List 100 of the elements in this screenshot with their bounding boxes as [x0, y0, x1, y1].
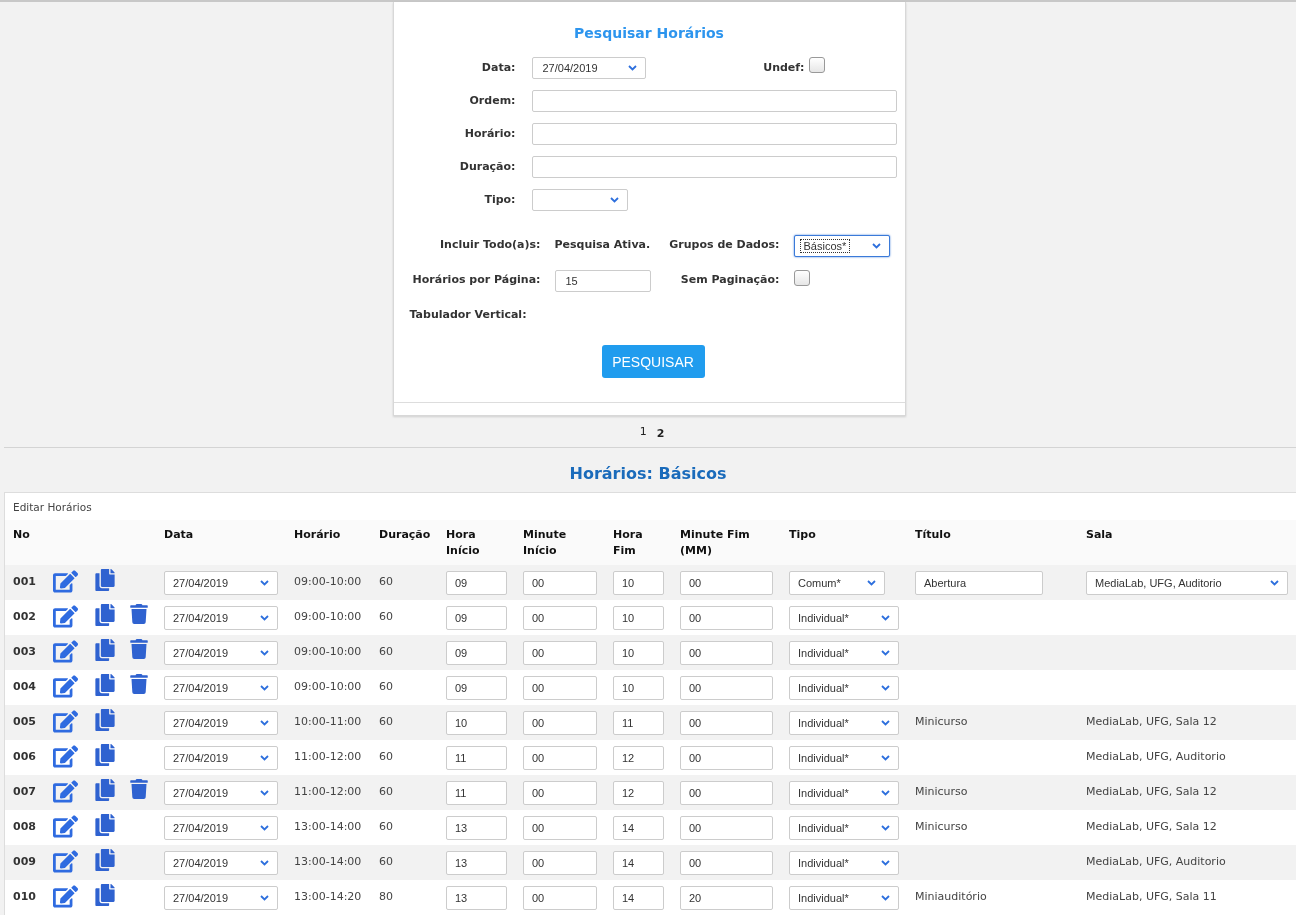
date-select[interactable]: 27/04/2019 — [164, 851, 278, 875]
input-field[interactable]: 14 — [613, 816, 664, 840]
input-field[interactable]: 10 — [446, 711, 507, 735]
edit-icon[interactable] — [53, 709, 78, 734]
chevron-down-icon — [260, 720, 269, 726]
input-field[interactable]: 00 — [680, 851, 773, 875]
input-field[interactable]: 14 — [613, 851, 664, 875]
input-field[interactable]: 14 — [613, 886, 664, 910]
edit-icon[interactable] — [53, 604, 78, 629]
type-select[interactable]: Individual* — [789, 641, 899, 665]
input-field[interactable]: 00 — [680, 711, 773, 735]
input-field[interactable]: 13 — [446, 886, 507, 910]
type-select[interactable]: Individual* — [789, 606, 899, 630]
input-field[interactable]: 00 — [680, 816, 773, 840]
row-number: 004 — [13, 679, 36, 693]
date-select[interactable]: 27/04/2019 — [164, 746, 278, 770]
chevron-down-icon — [871, 243, 881, 249]
input-field[interactable]: 10 — [613, 676, 664, 700]
date-select[interactable]: 27/04/2019 — [164, 711, 278, 735]
input-field[interactable]: 00 — [523, 746, 597, 770]
input-field[interactable]: 11 — [613, 711, 664, 735]
input-field[interactable] — [531, 123, 897, 145]
trash-icon[interactable] — [129, 604, 149, 624]
type-select[interactable]: Individual* — [789, 711, 899, 735]
input-field[interactable]: 10 — [613, 606, 664, 630]
input-field[interactable]: 10 — [613, 571, 664, 595]
date-select[interactable]: 27/04/2019 — [164, 781, 278, 805]
copy-icon[interactable] — [94, 884, 116, 906]
trash-icon[interactable] — [129, 674, 149, 694]
page-link[interactable]: 1 — [639, 425, 647, 441]
type-select[interactable]: Individual* — [789, 781, 899, 805]
edit-icon[interactable] — [53, 569, 78, 594]
edit-icon[interactable] — [53, 779, 78, 804]
input-field[interactable]: 00 — [680, 571, 773, 595]
copy-icon[interactable] — [94, 849, 116, 871]
trash-icon[interactable] — [129, 779, 149, 799]
input-field[interactable]: 00 — [523, 571, 597, 595]
copy-icon[interactable] — [94, 744, 116, 766]
type-select[interactable]: Individual* — [789, 746, 899, 770]
input-field[interactable]: 13 — [446, 816, 507, 840]
edit-icon[interactable] — [53, 884, 78, 909]
type-select[interactable]: Individual* — [789, 886, 899, 910]
copy-icon[interactable] — [94, 639, 116, 661]
type-select[interactable]: Individual* — [789, 851, 899, 875]
input-field[interactable] — [531, 156, 897, 178]
page-link[interactable]: 2 — [656, 425, 665, 441]
edit-icon[interactable] — [53, 849, 78, 874]
input-field[interactable] — [531, 90, 897, 112]
input-field[interactable]: Abertura — [915, 571, 1043, 595]
date-select[interactable]: 27/04/2019 — [164, 676, 278, 700]
input-field[interactable]: 00 — [523, 641, 597, 665]
input-field[interactable]: 00 — [680, 641, 773, 665]
edit-icon[interactable] — [53, 639, 78, 664]
input-field[interactable]: 12 — [613, 781, 664, 805]
input-field[interactable]: 00 — [523, 676, 597, 700]
copy-icon[interactable] — [94, 709, 116, 731]
trash-icon[interactable] — [129, 639, 149, 659]
input-field[interactable]: 12 — [613, 746, 664, 770]
input-field[interactable]: 20 — [680, 886, 773, 910]
input-field[interactable]: 00 — [523, 886, 597, 910]
input-field[interactable]: 00 — [680, 746, 773, 770]
type-select[interactable]: Comum* — [789, 571, 885, 595]
input-field[interactable]: 00 — [523, 781, 597, 805]
checkbox[interactable] — [793, 270, 810, 286]
date-select[interactable]: 27/04/2019 — [164, 606, 278, 630]
checkbox[interactable] — [808, 57, 825, 73]
copy-icon[interactable] — [94, 674, 116, 696]
input-field[interactable]: 00 — [523, 711, 597, 735]
input-field[interactable]: 09 — [446, 641, 507, 665]
select-field[interactable]: 27/04/2019 — [531, 57, 646, 79]
date-select[interactable]: 27/04/2019 — [164, 886, 278, 910]
date-select[interactable]: 27/04/2019 — [164, 816, 278, 840]
copy-icon[interactable] — [94, 814, 116, 836]
copy-icon[interactable] — [94, 569, 116, 591]
type-select[interactable]: Individual* — [789, 676, 899, 700]
input-field[interactable]: 15 — [554, 270, 651, 292]
date-select[interactable]: 27/04/2019 — [164, 571, 278, 595]
date-select[interactable]: 27/04/2019 — [164, 641, 278, 665]
select-field[interactable]: Básicos* — [793, 235, 890, 257]
input-field[interactable]: 00 — [523, 606, 597, 630]
select-field[interactable] — [531, 189, 628, 211]
input-field[interactable]: 10 — [613, 641, 664, 665]
edit-icon[interactable] — [53, 674, 78, 699]
input-field[interactable]: 00 — [523, 816, 597, 840]
type-select[interactable]: Individual* — [789, 816, 899, 840]
input-field[interactable]: 09 — [446, 606, 507, 630]
edit-icon[interactable] — [53, 814, 78, 839]
room-select[interactable]: MediaLab, UFG, Auditorio — [1086, 571, 1288, 595]
copy-icon[interactable] — [94, 779, 116, 801]
input-field[interactable]: 11 — [446, 746, 507, 770]
input-field[interactable]: 00 — [523, 851, 597, 875]
input-field[interactable]: 00 — [680, 676, 773, 700]
input-field[interactable]: 13 — [446, 851, 507, 875]
copy-icon[interactable] — [94, 604, 116, 626]
input-field[interactable]: 09 — [446, 571, 507, 595]
input-field[interactable]: 00 — [680, 606, 773, 630]
input-field[interactable]: 00 — [680, 781, 773, 805]
edit-icon[interactable] — [53, 744, 78, 769]
input-field[interactable]: 11 — [446, 781, 507, 805]
input-field[interactable]: 09 — [446, 676, 507, 700]
